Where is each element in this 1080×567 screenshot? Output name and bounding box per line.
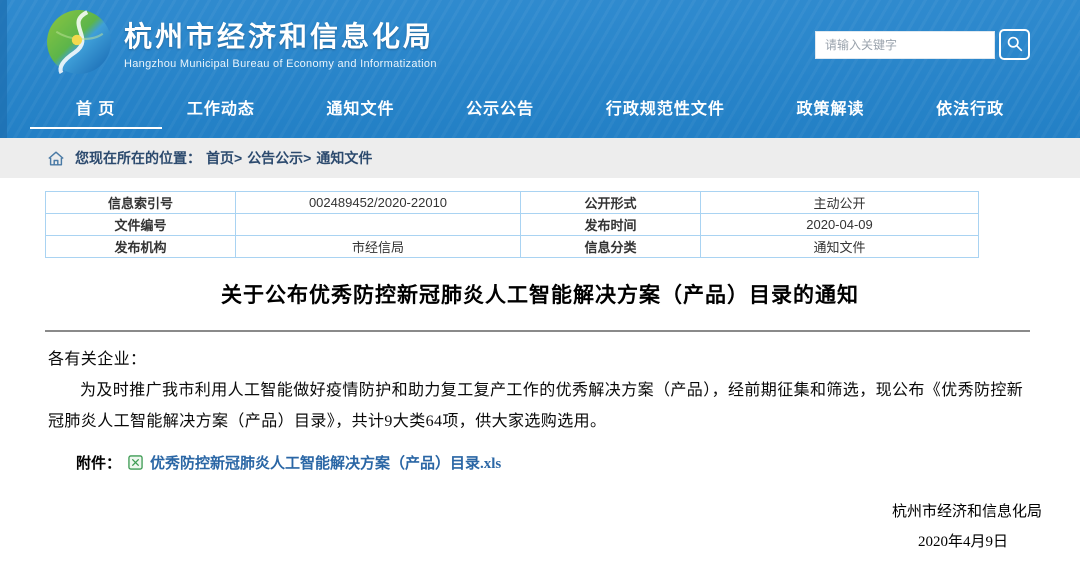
site-header: 杭州市经济和信息化局 Hangzhou Municipal Bureau of …	[0, 0, 1080, 138]
page: 杭州市经济和信息化局 Hangzhou Municipal Bureau of …	[0, 0, 1080, 567]
body-paragraph: 为及时推广我市利用人工智能做好疫情防护和助力复工复产工作的优秀解决方案（产品），…	[48, 375, 1038, 437]
excel-file-icon	[128, 455, 143, 470]
attachment-link[interactable]: 优秀防控新冠肺炎人工智能解决方案（产品）目录.xls	[150, 452, 501, 473]
meta-label-publisher: 发布机构	[46, 236, 236, 258]
bureau-logo-icon	[46, 9, 112, 75]
meta-value-document-number	[236, 214, 521, 236]
attachment-label: 附件：	[76, 452, 121, 473]
document-meta-table: 信息索引号 002489452/2020-22010 公开形式 主动公开 文件编…	[45, 191, 979, 258]
breadcrumb-label: 您现在所在的位置：	[75, 148, 201, 168]
nav-item-administrative-normative-documents[interactable]: 行政规范性文件	[600, 91, 731, 133]
breadcrumb: 您现在所在的位置： 首页> 公告公示> 通知文件	[0, 138, 1080, 178]
document-body: 各有关企业： 为及时推广我市利用人工智能做好疫情防护和助力复工复产工作的优秀解决…	[48, 344, 1038, 437]
search-button[interactable]	[999, 29, 1030, 60]
meta-label-disclosure-form: 公开形式	[521, 192, 701, 214]
nav-item-public-announcements[interactable]: 公示公告	[460, 91, 540, 133]
meta-label-publish-date: 发布时间	[521, 214, 701, 236]
breadcrumb-announcements-link[interactable]: 公告公示>	[247, 148, 311, 168]
nav-item-law-based-administration[interactable]: 依法行政	[930, 91, 1010, 133]
meta-value-category: 通知文件	[701, 236, 979, 258]
site-title: 杭州市经济和信息化局	[124, 15, 437, 55]
title-divider	[45, 330, 1030, 332]
search-area	[815, 29, 1030, 60]
signature-org: 杭州市经济和信息化局	[892, 497, 1080, 527]
meta-label-document-number: 文件编号	[46, 214, 236, 236]
nav-item-home[interactable]: 首 页	[70, 91, 121, 133]
meta-value-index-number: 002489452/2020-22010	[236, 192, 521, 214]
main-nav: 首 页 工作动态 通知文件 公示公告 行政规范性文件 政策解读 依法行政	[0, 86, 1080, 138]
meta-label-index-number: 信息索引号	[46, 192, 236, 214]
table-row: 文件编号 发布时间 2020-04-09	[46, 214, 979, 236]
meta-label-category: 信息分类	[521, 236, 701, 258]
document-title: 关于公布优秀防控新冠肺炎人工智能解决方案（产品）目录的通知	[45, 279, 1035, 309]
attachment-row: 附件： 优秀防控新冠肺炎人工智能解决方案（产品）目录.xls	[76, 452, 1080, 473]
breadcrumb-notice-documents-link[interactable]: 通知文件	[316, 148, 372, 168]
home-icon[interactable]	[47, 150, 65, 167]
meta-value-publisher: 市经信局	[236, 236, 521, 258]
search-icon	[1006, 35, 1023, 55]
meta-value-publish-date: 2020-04-09	[701, 214, 979, 236]
breadcrumb-home-link[interactable]: 首页>	[206, 148, 242, 168]
nav-item-work-news[interactable]: 工作动态	[181, 91, 261, 133]
signature-date: 2020年4月9日	[892, 527, 1080, 557]
table-row: 发布机构 市经信局 信息分类 通知文件	[46, 236, 979, 258]
brand-text: 杭州市经济和信息化局 Hangzhou Municipal Bureau of …	[124, 15, 437, 70]
meta-value-disclosure-form: 主动公开	[701, 192, 979, 214]
brand: 杭州市经济和信息化局 Hangzhou Municipal Bureau of …	[46, 9, 437, 75]
search-input[interactable]	[815, 31, 995, 59]
salutation: 各有关企业：	[48, 344, 1038, 375]
nav-item-notice-documents[interactable]: 通知文件	[321, 91, 401, 133]
site-subtitle: Hangzhou Municipal Bureau of Economy and…	[124, 58, 437, 70]
nav-item-policy-interpretation[interactable]: 政策解读	[790, 91, 870, 133]
content: 信息索引号 002489452/2020-22010 公开形式 主动公开 文件编…	[0, 191, 1080, 473]
table-row: 信息索引号 002489452/2020-22010 公开形式 主动公开	[46, 192, 979, 214]
signature-block: 杭州市经济和信息化局 2020年4月9日	[892, 497, 1080, 557]
